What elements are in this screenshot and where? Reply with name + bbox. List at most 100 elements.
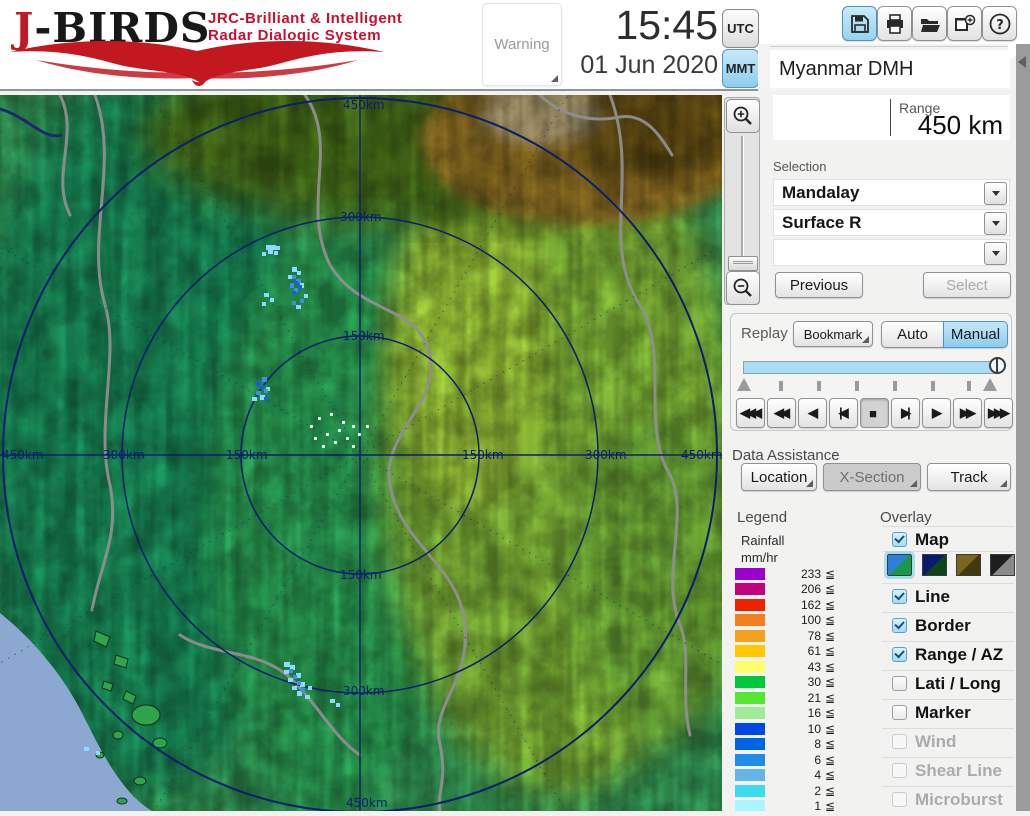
legend-swatch (735, 785, 765, 797)
zoom-in-button[interactable] (726, 99, 760, 133)
svg-text:300km: 300km (343, 684, 385, 698)
overlay-item-line[interactable]: Line (882, 584, 1014, 613)
manual-button[interactable]: Manual (943, 321, 1008, 348)
auto-button[interactable]: Auto (881, 321, 944, 348)
legend-row: 4 ≦ (735, 768, 845, 783)
stop-button[interactable]: ■ (860, 398, 889, 428)
forward-2x-button[interactable]: ▶▶ (953, 398, 982, 428)
station-box: Myanmar DMH (770, 46, 1010, 88)
rewind-3x-button[interactable]: ◀◀◀ (736, 398, 765, 428)
map-checkbox[interactable] (892, 532, 907, 547)
product-dropdown-arrow[interactable] (984, 212, 1007, 235)
lati-long-checkbox[interactable] (892, 676, 907, 691)
zoom-out-button[interactable] (726, 271, 760, 305)
range-value: 450 km (917, 110, 1003, 140)
map-style-swatch-2[interactable] (922, 554, 947, 576)
panel-collapse-icon (1018, 56, 1026, 68)
step-forward-button[interactable]: ▶| (891, 398, 920, 428)
clock: 15:45 01 Jun 2020 (555, 2, 718, 82)
legend-row: 206 ≦ (735, 582, 845, 597)
location-button[interactable]: Location (741, 463, 817, 491)
select-button[interactable]: Select (923, 272, 1011, 298)
map-style-swatch-4[interactable] (990, 554, 1015, 576)
svg-text:450km: 450km (346, 796, 388, 810)
legend-row: 16 ≦ (735, 706, 845, 721)
legend-row: 2 ≦ (735, 784, 845, 799)
overlay-item-marker[interactable]: Marker (882, 700, 1014, 729)
overlay-item-lati-long[interactable]: Lati / Long (882, 671, 1014, 700)
previous-button[interactable]: Previous (775, 272, 863, 298)
legend-swatch (735, 738, 765, 750)
x-section-button[interactable]: X-Section (823, 463, 921, 491)
save-icon (850, 14, 869, 33)
slider-tick (817, 381, 821, 391)
svg-text:300km: 300km (103, 448, 145, 462)
map-style-swatch-3[interactable] (956, 554, 981, 576)
product-dropdown[interactable]: Surface R (773, 209, 1010, 236)
slider-tick (855, 381, 859, 391)
chevron-down-icon (991, 251, 1000, 256)
control-panel: Range 450 km Selection Mandalay Surface … (722, 95, 1016, 811)
bookmark-button[interactable]: Bookmark (793, 321, 873, 347)
clock-date: 01 Jun 2020 (580, 51, 718, 79)
line-checkbox[interactable] (892, 589, 907, 604)
legend-row: 1 ≦ (735, 799, 845, 811)
legend-swatch (735, 769, 765, 781)
open-folder-button[interactable] (912, 6, 947, 41)
svg-text:150km: 150km (462, 448, 504, 462)
legend-row: 162 ≦ (735, 598, 845, 613)
site-dropdown-arrow[interactable] (984, 182, 1007, 205)
legend-swatch (735, 800, 765, 811)
site-dropdown-value: Mandalay (782, 183, 860, 202)
print-button[interactable] (877, 6, 912, 41)
svg-text:150km: 150km (340, 568, 382, 582)
overlay-item-range-az[interactable]: Range / AZ (882, 642, 1014, 671)
svg-text:450km: 450km (343, 98, 385, 112)
print-icon (886, 13, 903, 34)
play-button[interactable]: ▶ (922, 398, 951, 428)
range-az-checkbox[interactable] (892, 647, 907, 662)
panel-edge-strip[interactable] (1008, 44, 1030, 811)
slider-tick (931, 381, 935, 391)
utc-button[interactable]: UTC (722, 9, 759, 48)
overlay-title: Overlay (880, 509, 932, 526)
forward-3x-button[interactable]: ▶▶▶ (984, 398, 1013, 428)
warning-button[interactable]: Warning (482, 3, 562, 86)
play-backward-button[interactable]: ◀ (798, 398, 827, 428)
radar-map[interactable]: 450km 300km 150km 150km 300km 450km 450k… (0, 0, 880, 816)
track-button[interactable]: Track (927, 463, 1011, 491)
marker-checkbox[interactable] (892, 705, 907, 720)
legend-swatch (735, 707, 765, 719)
legend-row: 78 ≦ (735, 629, 845, 644)
help-icon: ? (989, 13, 1010, 34)
range-box: Range 450 km (773, 95, 1010, 140)
open-folder-icon (920, 18, 940, 32)
save-button[interactable] (842, 6, 877, 41)
step-backward-button[interactable]: |◀ (829, 398, 858, 428)
legend-swatch (735, 599, 765, 611)
option-dropdown-arrow[interactable] (984, 242, 1007, 265)
add-view-icon (954, 14, 975, 31)
border-checkbox[interactable] (892, 618, 907, 633)
rewind-2x-button[interactable]: ◀◀ (767, 398, 796, 428)
header-bar: J-BIRDS JRC-Brilliant & Intelligent Rada… (0, 0, 1030, 91)
wind-checkbox (892, 734, 907, 749)
replay-slider-handle[interactable] (989, 357, 1006, 374)
legend-swatch (735, 645, 765, 657)
zoom-slider-handle[interactable] (728, 256, 758, 271)
legend-row: 8 ≦ (735, 737, 845, 752)
site-dropdown[interactable]: Mandalay (773, 179, 1010, 206)
add-view-button[interactable] (947, 6, 982, 41)
overlay-item-border[interactable]: Border (882, 613, 1014, 642)
legend-swatch (735, 661, 765, 673)
warning-label: Warning (494, 36, 550, 53)
replay-group: Replay Bookmark Auto Manual ◀◀◀ ◀◀ ◀ |◀ … (730, 313, 1013, 431)
replay-slider-track[interactable] (743, 361, 999, 374)
map-style-swatch-1[interactable] (884, 551, 915, 579)
mmt-button[interactable]: MMT (722, 49, 759, 88)
legend-unit-line1: Rainfall (741, 533, 785, 548)
option-dropdown[interactable] (773, 239, 1010, 266)
overlay-item-map[interactable]: Map (882, 526, 1014, 552)
help-button[interactable]: ? (982, 6, 1017, 41)
zoom-slider-track[interactable] (741, 136, 743, 266)
